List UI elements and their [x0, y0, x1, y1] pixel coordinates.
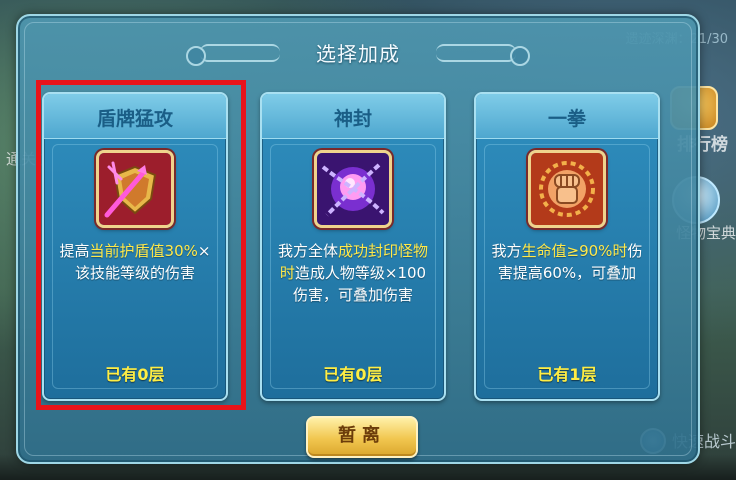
card-description: 我方全体成功封印怪物时造成人物等级×100伤害，可叠加伤害	[277, 242, 429, 304]
card-header: 一拳	[476, 94, 658, 139]
stack-count: 已有0层	[323, 365, 383, 384]
bonus-card-one-punch[interactable]: 一拳 我方生命值≥90%时伤害提高60%，可叠加 已有1层	[474, 92, 660, 401]
bonus-card-divine-seal[interactable]: 神封 我方全体成功封印怪物时造成人物等级×100伤害，可叠加伤害 已有0层	[260, 92, 446, 401]
stack-count: 已有1层	[537, 365, 597, 384]
fist-icon	[528, 150, 606, 228]
sealed-orb-icon	[314, 150, 392, 228]
selection-highlight-frame	[36, 80, 246, 410]
dialog-title: 选择加成	[316, 42, 400, 66]
card-description: 我方生命值≥90%时伤害提高60%，可叠加	[491, 242, 643, 282]
dialog-header: 选择加成	[186, 38, 530, 66]
card-title: 神封	[333, 108, 372, 130]
leave-button[interactable]: 暂离	[306, 416, 418, 458]
card-header: 神封	[262, 94, 444, 139]
card-title: 一拳	[547, 108, 586, 130]
